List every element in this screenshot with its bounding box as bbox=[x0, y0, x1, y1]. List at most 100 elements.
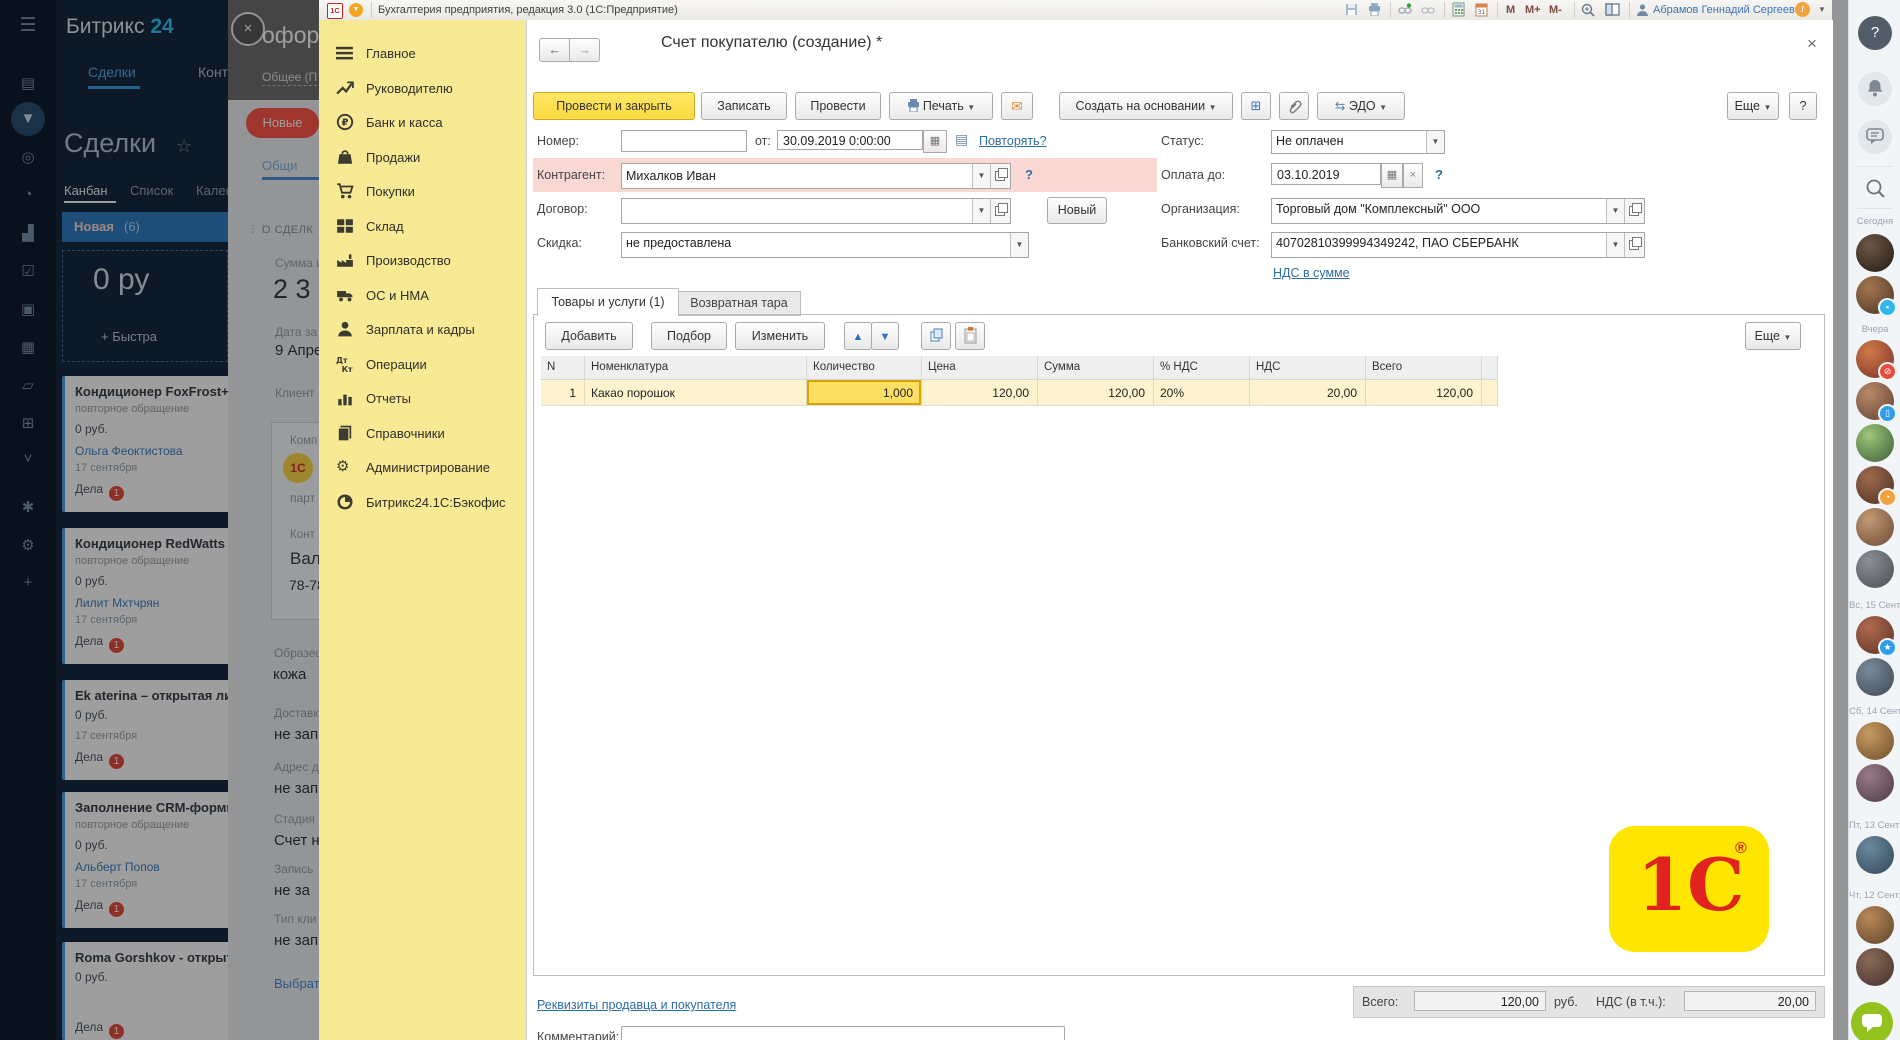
chat-button[interactable] bbox=[1858, 120, 1892, 154]
date-input[interactable]: 30.09.2019 0:00:00 bbox=[777, 130, 923, 150]
memory-m-icon[interactable]: M bbox=[1506, 4, 1515, 16]
menu-item-operations[interactable]: ДтКт Операции bbox=[319, 353, 526, 377]
open-item-icon[interactable] bbox=[1624, 199, 1644, 223]
menu-item-sales[interactable]: Продажи bbox=[319, 146, 526, 170]
avatar[interactable]: ◔ bbox=[1856, 466, 1894, 504]
schedule-list-icon[interactable]: ▤ bbox=[955, 131, 968, 148]
memory-mplus-icon[interactable]: M+ bbox=[1525, 4, 1541, 16]
open-item-icon[interactable] bbox=[990, 164, 1010, 188]
menu-item-main[interactable]: Главное bbox=[319, 42, 526, 66]
memory-mminus-icon[interactable]: M- bbox=[1549, 4, 1562, 16]
pay-until-help-icon[interactable]: ? bbox=[1435, 167, 1443, 182]
zoom-icon[interactable] bbox=[1581, 3, 1595, 17]
tab-content-box bbox=[533, 314, 1825, 976]
window-menu-icon[interactable]: ▼ bbox=[349, 3, 363, 17]
document-close-icon[interactable]: × bbox=[1807, 34, 1817, 54]
new-contract-button[interactable]: Новый bbox=[1047, 197, 1107, 224]
menu-item-bitrix-backoffice[interactable]: Битрикс24.1С:Бэкофис bbox=[319, 491, 526, 515]
seller-buyer-details-link[interactable]: Реквизиты продавца и покупателя bbox=[537, 998, 736, 1012]
menu-item-purchases[interactable]: Покупки bbox=[319, 180, 526, 204]
search-icon[interactable] bbox=[1865, 178, 1886, 199]
menu-item-bank[interactable]: ₽ Банк и касса bbox=[319, 111, 526, 135]
menu-item-reports[interactable]: Отчеты bbox=[319, 387, 526, 411]
menu-item-references[interactable]: Справочники bbox=[319, 422, 526, 446]
menu-item-administration[interactable]: ⚙ Администрирование bbox=[319, 456, 526, 480]
avatar[interactable] bbox=[1856, 234, 1894, 272]
print-button[interactable]: Печать ▼ bbox=[889, 92, 993, 120]
calculator-icon[interactable] bbox=[1452, 2, 1465, 17]
menu-item-production[interactable]: Производство bbox=[319, 249, 526, 273]
onec-app-icon[interactable]: 1С bbox=[327, 3, 343, 19]
vat-mode-link[interactable]: НДС в сумме bbox=[1273, 266, 1350, 280]
status-select[interactable]: Не оплачен▼ bbox=[1271, 130, 1445, 154]
dropdown-icon[interactable]: ▼ bbox=[972, 199, 990, 223]
post-button[interactable]: Провести bbox=[795, 92, 881, 120]
help-button[interactable]: ? bbox=[1789, 92, 1817, 120]
repeat-link[interactable]: Повторять? bbox=[979, 134, 1047, 148]
link-icon[interactable] bbox=[1421, 3, 1436, 16]
more-label: Еще bbox=[1735, 99, 1760, 113]
tab-goods-services[interactable]: Товары и услуги (1) bbox=[537, 288, 679, 316]
dropdown-icon[interactable]: ▼ bbox=[1606, 233, 1624, 257]
nav-forward-icon[interactable]: → bbox=[569, 38, 600, 62]
post-and-close-button[interactable]: Провести и закрыть bbox=[533, 92, 695, 120]
avatar[interactable] bbox=[1856, 906, 1894, 944]
tab-returnable-packaging[interactable]: Возвратная тара bbox=[677, 291, 801, 316]
feedback-chat-button[interactable] bbox=[1851, 1002, 1893, 1040]
create-based-on-button[interactable]: Создать на основании ▼ bbox=[1059, 92, 1233, 120]
avatar[interactable] bbox=[1856, 550, 1894, 588]
contractor-help-icon[interactable]: ? bbox=[1025, 167, 1033, 182]
menu-item-salary[interactable]: Зарплата и кадры bbox=[319, 318, 526, 342]
save-icon[interactable] bbox=[1345, 3, 1358, 16]
bank-account-select[interactable]: 40702810399994349242, ПАО СБЕРБАНК▼ bbox=[1271, 232, 1645, 258]
split-window-icon[interactable] bbox=[1605, 3, 1620, 16]
avatar[interactable]: ▪ bbox=[1856, 276, 1894, 314]
dropdown-icon[interactable]: ▼ bbox=[1010, 233, 1028, 257]
current-user[interactable]: Абрамов Геннадий Сергеевич bbox=[1653, 4, 1807, 16]
attachments-button[interactable] bbox=[1279, 92, 1309, 120]
dropdown-icon[interactable]: ▼ bbox=[1606, 199, 1624, 223]
organization-select[interactable]: Торговый дом "Комплексный" ООО▼ bbox=[1271, 198, 1645, 224]
more-button[interactable]: Еще ▼ bbox=[1727, 92, 1779, 120]
reports-grid-button[interactable]: ⊞ bbox=[1241, 92, 1271, 120]
calendar-picker-icon[interactable]: ▦ bbox=[1381, 163, 1403, 188]
avatar[interactable]: ▯ bbox=[1856, 382, 1894, 420]
caret-down-icon[interactable]: ▼ bbox=[1818, 5, 1826, 14]
avatar[interactable] bbox=[1856, 764, 1894, 802]
dropdown-icon[interactable]: ▼ bbox=[1426, 131, 1444, 153]
write-button[interactable]: Записать bbox=[701, 92, 787, 120]
caret-down-icon: ▼ bbox=[1379, 103, 1387, 112]
avatar[interactable]: ⊘ bbox=[1856, 340, 1894, 378]
avatar[interactable] bbox=[1856, 722, 1894, 760]
calendar-31-icon[interactable]: 31 bbox=[1475, 2, 1488, 17]
open-item-icon[interactable] bbox=[990, 199, 1010, 223]
comment-input[interactable] bbox=[621, 1026, 1065, 1040]
pay-until-input[interactable]: 03.10.2019 bbox=[1271, 163, 1381, 185]
dropdown-icon[interactable]: ▼ bbox=[972, 164, 990, 188]
avatar[interactable] bbox=[1856, 658, 1894, 696]
help-icon[interactable]: ? bbox=[1858, 16, 1892, 50]
link-add-icon[interactable] bbox=[1398, 3, 1413, 16]
menu-item-warehouse[interactable]: Склад bbox=[319, 215, 526, 239]
avatar[interactable] bbox=[1856, 508, 1894, 546]
contract-select[interactable]: ▼ bbox=[621, 198, 1011, 224]
notifications-button[interactable] bbox=[1858, 72, 1892, 106]
menu-item-fixed-assets[interactable]: ОС и НМА bbox=[319, 284, 526, 308]
number-input[interactable] bbox=[621, 130, 747, 152]
discount-select[interactable]: не предоставлена▼ bbox=[621, 232, 1029, 258]
edo-button[interactable]: ⇆ ЭДО ▼ bbox=[1317, 92, 1405, 120]
open-item-icon[interactable] bbox=[1624, 233, 1644, 257]
calendar-picker-icon[interactable]: ▦ bbox=[923, 130, 947, 153]
info-icon[interactable]: i bbox=[1795, 2, 1810, 17]
nav-back-icon[interactable]: ← bbox=[539, 38, 570, 62]
print-icon[interactable] bbox=[1368, 3, 1381, 16]
avatar[interactable] bbox=[1856, 948, 1894, 986]
avatar[interactable]: ★ bbox=[1856, 616, 1894, 654]
avatar[interactable] bbox=[1856, 424, 1894, 462]
person-icon bbox=[336, 320, 354, 338]
menu-item-manager[interactable]: Руководителю bbox=[319, 77, 526, 101]
send-email-button[interactable]: ✉ bbox=[1001, 92, 1033, 120]
clear-icon[interactable]: × bbox=[1403, 163, 1423, 188]
avatar[interactable] bbox=[1856, 836, 1894, 874]
contractor-select[interactable]: Михалков Иван▼ bbox=[621, 163, 1011, 189]
